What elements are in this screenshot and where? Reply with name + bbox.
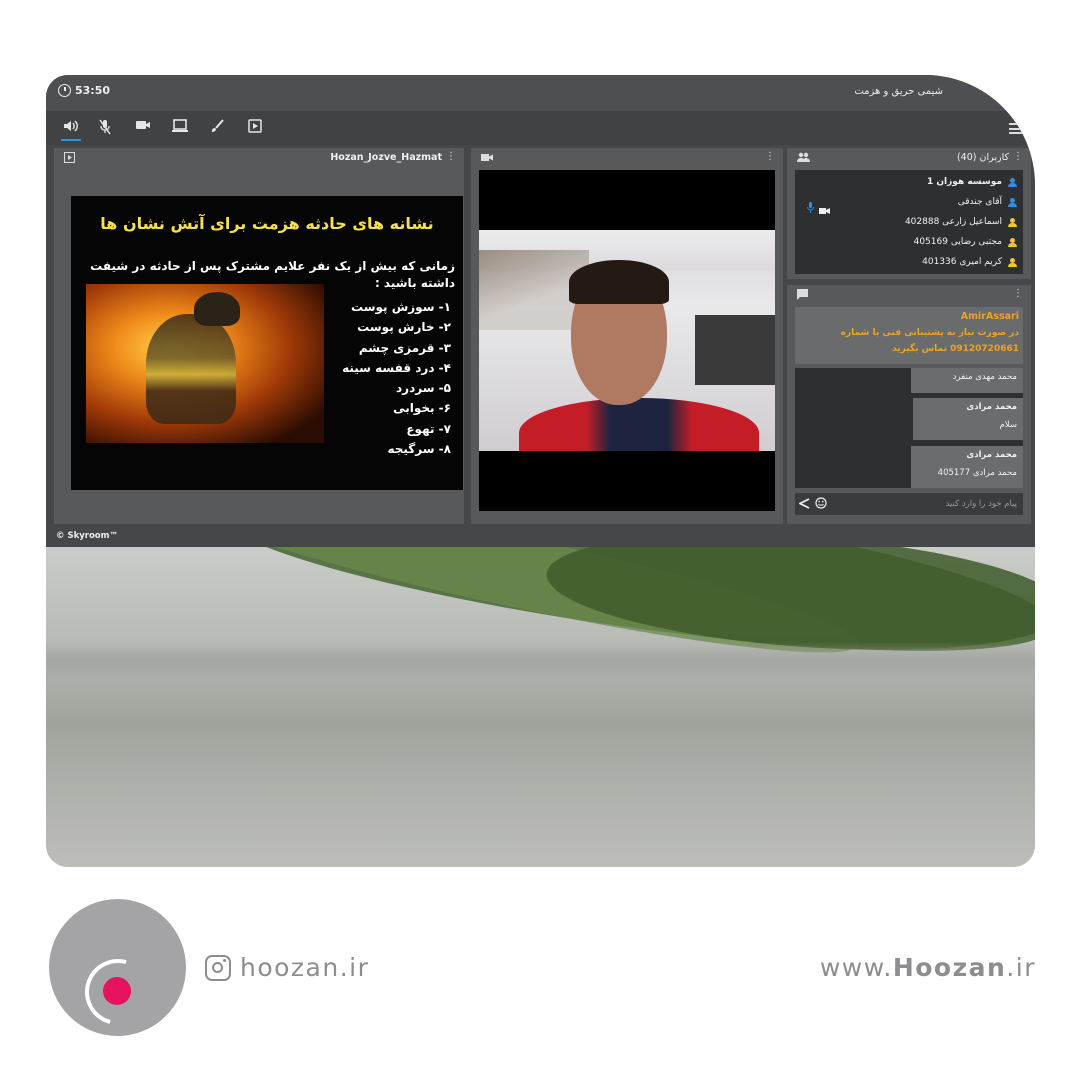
skyroom-app: 53:50 شیمی حریق و هزمت Hozan_Jozve_Hazma…: [46, 75, 1035, 547]
presentation-icon[interactable]: [64, 152, 75, 166]
timer-value: 53:50: [75, 84, 111, 97]
pinned-text: در صورت نیاز به پشتیبانی فنی با شماره: [840, 328, 1019, 338]
list-item: ۵- سردرد: [396, 381, 451, 396]
kebab-icon[interactable]: ⋮: [1013, 288, 1023, 299]
website-link[interactable]: www.Hoozan.ir: [820, 953, 1036, 982]
list-item: ۶- بخوابی: [393, 401, 451, 416]
chat-message: محمد مرادی محمد مرادی 405177: [911, 446, 1023, 488]
list-item: ۷- تهوع: [406, 421, 451, 436]
message-author: محمد مهدی منفرد: [952, 372, 1017, 382]
toolbar: [46, 111, 1035, 145]
message-author: محمد مرادی: [966, 402, 1017, 412]
chat-message: محمد مهدی منفرد: [911, 368, 1023, 393]
session-timer: 53:50: [58, 84, 110, 97]
speaker-icon[interactable]: [61, 119, 81, 141]
list-item[interactable]: مجتبی رضایی 405169: [914, 233, 1017, 251]
skyroom-brand: © Skyroom™: [56, 531, 119, 541]
presenter-video: [479, 230, 775, 451]
mic-muted-icon[interactable]: [96, 119, 114, 135]
user-icon: [1008, 217, 1017, 227]
play-media-icon[interactable]: [246, 119, 264, 135]
list-item[interactable]: کریم امیری 401336: [922, 253, 1017, 271]
instagram-icon: [205, 954, 231, 981]
pinned-text: 09120720661 تماس بگیرید: [892, 344, 1019, 354]
user-icon: [1008, 237, 1017, 247]
video-header: ⋮: [471, 148, 783, 168]
kebab-icon[interactable]: ⋮: [1013, 151, 1023, 162]
message-text: سلام: [999, 420, 1017, 430]
hoozan-logo: [49, 899, 186, 1038]
chat-icon: [797, 289, 808, 303]
symptom-list: ۱- سوزش پوست ۲- خارش پوست ۳- قرمزی چشم ۴…: [342, 297, 451, 459]
instagram-handle[interactable]: hoozan.ir: [205, 953, 369, 982]
user-icon: [1008, 197, 1017, 207]
list-item: ۳- قرمزی چشم: [358, 340, 451, 355]
room-title: شیمی حریق و هزمت: [854, 86, 943, 97]
camera-icon: [819, 200, 830, 219]
chat-input-placeholder: پیام خود را وارد کنید: [945, 499, 1017, 509]
file-name: Hozan_Jozve_Hazmat: [330, 152, 442, 163]
chat-header: ⋮: [787, 285, 1031, 305]
video-panel: ⋮: [471, 148, 783, 524]
emoji-icon[interactable]: [815, 497, 827, 512]
message-text: محمد مرادی 405177: [937, 468, 1017, 478]
list-item: ۴- درد قفسه سینه: [342, 360, 451, 375]
webcam-feed: [479, 170, 775, 511]
users-header: کاربران (40) ⋮: [787, 148, 1031, 168]
presentation-panel: Hozan_Jozve_Hazmat ⋮ نشانه های حادثه هزم…: [54, 148, 464, 524]
list-item[interactable]: موسسه هوزان 1: [927, 173, 1017, 191]
message-list: محمد مهدی منفرد محمد مرادی سلام محمد مرا…: [795, 368, 1023, 488]
chat-area: AmirAssari در صورت نیاز به پشتیبانی فنی …: [795, 307, 1023, 493]
list-item[interactable]: آقای جندقی: [958, 193, 1017, 211]
user-icon: [1008, 177, 1017, 187]
send-icon[interactable]: [797, 498, 810, 512]
presentation-header: Hozan_Jozve_Hazmat ⋮: [54, 148, 464, 168]
chat-message: محمد مرادی سلام: [913, 398, 1023, 440]
brush-icon[interactable]: [208, 119, 226, 135]
message-author: محمد مرادی: [966, 450, 1017, 460]
slide: نشانه های حادثه هزمت برای آتش نشان ها زم…: [71, 196, 463, 490]
title-bar: 53:50 شیمی حریق و هزمت: [46, 75, 1035, 111]
list-item: ۸- سرگیجه: [387, 442, 451, 457]
camera-icon[interactable]: [134, 119, 152, 135]
list-item: ۲- خارش پوست: [357, 320, 451, 335]
pinned-author: AmirAssari: [960, 311, 1019, 322]
menu-icon[interactable]: [1009, 123, 1023, 134]
chat-panel: ⋮ AmirAssari در صورت نیاز به پشتیبانی فن…: [787, 285, 1031, 524]
user-icon: [1008, 257, 1017, 267]
chat-input[interactable]: پیام خود را وارد کنید: [795, 493, 1023, 515]
camera-icon: [481, 153, 493, 165]
list-item[interactable]: اسماعیل زارعی 402888: [905, 213, 1017, 231]
users-list: موسسه هوزان 1 آقای جندقی اسماعیل زارعی 4…: [795, 170, 1023, 274]
instagram-text: hoozan.ir: [240, 953, 370, 982]
screenshot-frame: 53:50 شیمی حریق و هزمت Hozan_Jozve_Hazma…: [46, 75, 1035, 867]
kebab-icon[interactable]: ⋮: [765, 151, 775, 162]
users-icon: [797, 152, 810, 165]
users-panel: کاربران (40) ⋮ موسسه هوزان 1 آقای جندقی: [787, 148, 1031, 279]
background-photo: [46, 547, 1035, 867]
screen-share-icon[interactable]: [171, 119, 189, 135]
list-item: ۱- سوزش پوست: [351, 300, 451, 314]
firefighter-image: [86, 284, 324, 443]
slide-title: نشانه های حادثه هزمت برای آتش نشان ها: [100, 214, 434, 233]
kebab-icon[interactable]: ⋮: [446, 151, 456, 162]
pinned-message: AmirAssari در صورت نیاز به پشتیبانی فنی …: [795, 307, 1023, 364]
clock-icon: [58, 84, 71, 97]
mic-icon: [807, 198, 814, 217]
users-count: کاربران (40): [956, 152, 1009, 163]
